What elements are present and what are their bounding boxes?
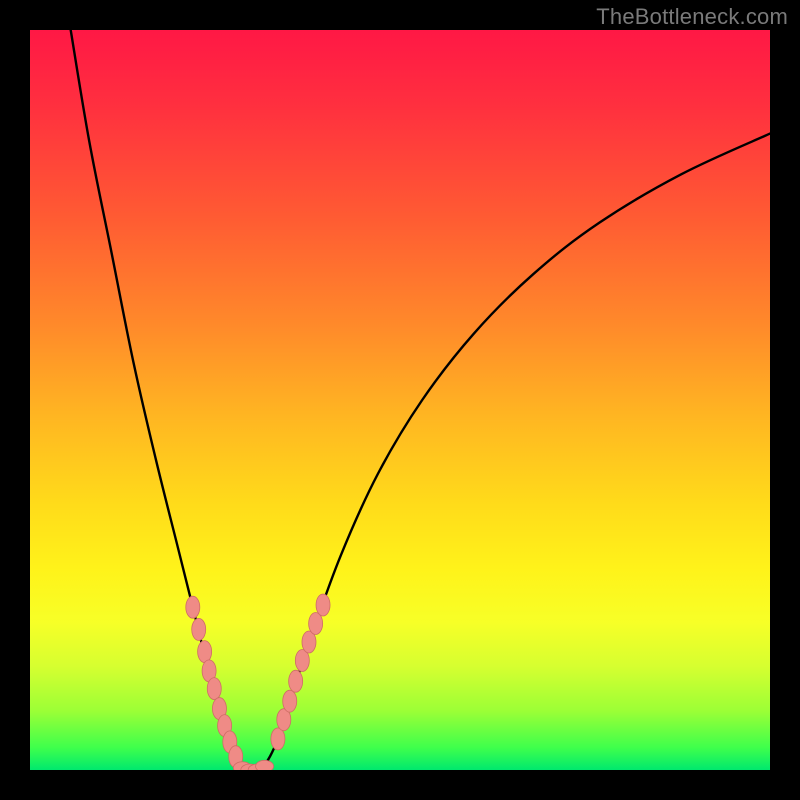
data-marker: [271, 728, 285, 750]
chart-frame: TheBottleneck.com: [0, 0, 800, 800]
data-markers: [186, 594, 330, 770]
data-marker: [256, 760, 274, 770]
data-marker: [207, 678, 221, 700]
data-marker: [186, 596, 200, 618]
data-marker: [198, 641, 212, 663]
chart-plot-area: [30, 30, 770, 770]
data-marker: [283, 690, 297, 712]
data-marker: [309, 612, 323, 634]
bottleneck-curve: [71, 30, 770, 770]
chart-svg: [30, 30, 770, 770]
data-marker: [289, 670, 303, 692]
data-marker: [192, 618, 206, 640]
watermark-text: TheBottleneck.com: [596, 4, 788, 30]
data-marker: [316, 594, 330, 616]
